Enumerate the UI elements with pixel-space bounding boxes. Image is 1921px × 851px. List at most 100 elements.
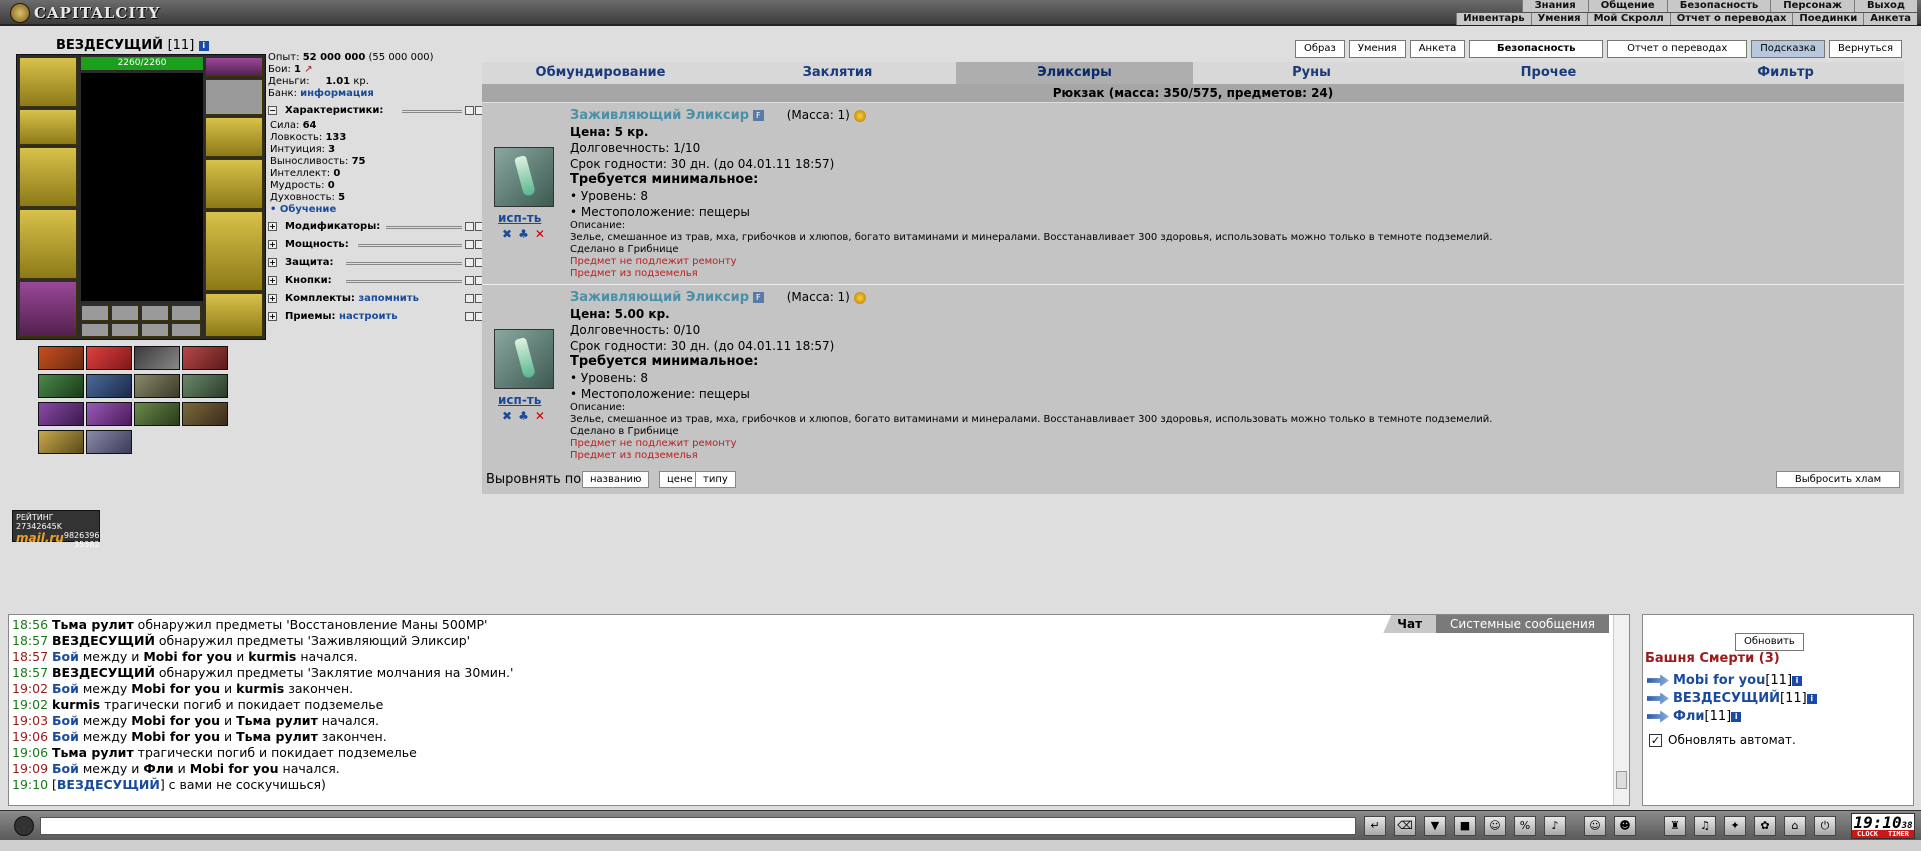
tab-other[interactable]: Прочее [1430,62,1667,84]
player-name-link[interactable]: kurmis [236,681,284,696]
chat-time[interactable]: 18:57 [12,649,52,664]
gift-icon[interactable]: ♣ [518,409,529,423]
section-sets[interactable]: + Комплекты: запомнить [268,290,484,308]
chat-time[interactable]: 19:06 [12,745,52,760]
battle-link[interactable]: Бой [52,649,79,664]
skill-icon[interactable] [38,346,84,370]
arrow-up-icon[interactable] [465,240,474,249]
boots-slot[interactable] [205,293,263,337]
bag-icon[interactable]: ♜ [1664,816,1686,836]
gift-icon[interactable]: ♣ [518,227,529,241]
armor-slot[interactable] [19,209,77,279]
filter-icon[interactable]: ▼ [1424,816,1446,836]
player-name-link[interactable]: Тьма рулит [236,713,318,728]
send-icon[interactable]: ↵ [1364,816,1386,836]
online-user[interactable]: Mobi for you[11] i [1647,673,1803,688]
player-name-link[interactable]: kurmis [52,697,100,712]
skill-icon[interactable] [38,430,84,454]
helmet-slot[interactable] [19,57,77,107]
menu-communication[interactable]: Общение [1587,0,1667,12]
walk-icon[interactable]: ☺ [1484,816,1506,836]
avatar[interactable] [81,73,203,301]
emoticon-icon[interactable]: ☺ [1584,816,1606,836]
info-icon[interactable]: i [198,40,209,51]
online-user[interactable]: Фли[11] i [1647,709,1742,724]
transfer-report-button[interactable]: Отчет о переводах [1607,40,1748,58]
skill-icon[interactable] [86,402,132,426]
amulet-slot[interactable] [205,57,263,77]
chat-time[interactable]: 19:09 [12,761,52,776]
chat-input[interactable] [40,817,1356,835]
tab-filter[interactable]: Фильтр [1667,62,1904,84]
player-name-link[interactable]: kurmis [248,649,296,664]
sword-icon[interactable] [134,346,180,370]
player-name-link[interactable]: Фли [143,761,173,776]
chat-time[interactable]: 18:57 [12,665,52,680]
elixir-icon[interactable] [494,329,554,389]
chat-time[interactable]: 18:57 [12,633,52,648]
heart-icon[interactable] [86,346,132,370]
player-name-link[interactable]: Mobi for you [131,729,220,744]
arrow-up-icon[interactable] [465,276,474,285]
ring-slot-1[interactable] [81,305,109,321]
tab-spells[interactable]: Заклятия [719,62,956,84]
scroll-icon[interactable]: ♫ [1694,816,1716,836]
delete-icon[interactable]: ✕ [535,409,545,423]
player-name-link[interactable]: ВЕЗДЕСУЩИЙ [52,633,155,648]
arrow-up-icon[interactable] [465,258,474,267]
player-name-link[interactable]: Mobi for you [190,761,279,776]
submenu-duels[interactable]: Поединки [1792,13,1864,25]
submenu-profile[interactable]: Анкета [1863,13,1917,25]
smiley-icon[interactable] [14,816,34,836]
sort-by-name-button[interactable]: названию [582,471,650,488]
player-name-link[interactable]: Mobi for you [131,681,220,696]
info-icon[interactable]: i [1806,693,1817,704]
ring-slot-4[interactable] [171,305,201,321]
logo[interactable]: CAPITALCITY [10,2,160,24]
menu-knowledge[interactable]: Знания [1521,0,1588,12]
magic-icon[interactable]: ✦ [1724,816,1746,836]
use-link[interactable]: исп-ть [498,393,541,407]
scroll-thumb[interactable] [1616,771,1627,789]
menu-security[interactable]: Безопасность [1666,0,1771,12]
gloves-slot[interactable] [205,117,263,157]
online-user[interactable]: ВЕЗДЕСУЩИЙ[11] i [1647,691,1817,706]
back-button[interactable]: Вернуться [1828,40,1902,58]
ring-slot-2[interactable] [111,305,139,321]
stats-section-header[interactable]: − Характеристики: [268,102,484,120]
arrow-up-icon[interactable] [465,106,474,115]
player-name-link[interactable]: ВЕЗДЕСУЩИЙ [52,665,155,680]
sort-by-type-button[interactable]: типу [695,471,736,488]
player-name-link[interactable]: Тьма рулит [52,745,134,760]
battle-link[interactable]: Бой [52,729,79,744]
expand-icon[interactable]: + [268,311,277,321]
transfer-icon[interactable]: ✖ [502,227,512,241]
battle-link[interactable]: Бой [52,681,79,696]
earrings-slot[interactable] [205,79,263,115]
skill-icon[interactable] [182,346,228,370]
item-name[interactable]: Заживляющий Эликсир [570,290,749,305]
skill-icon[interactable] [38,374,84,398]
transfer-icon[interactable]: ✖ [502,409,512,423]
rune-slot-4[interactable] [171,323,201,337]
skill-icon[interactable] [134,402,180,426]
expand-icon[interactable]: + [268,293,277,303]
expand-icon[interactable]: + [268,257,277,267]
chat-time[interactable]: 18:56 [12,617,52,632]
belt-slot[interactable] [19,281,77,337]
info-icon[interactable]: i [1731,711,1742,722]
section-buttons[interactable]: + Кнопки: [268,272,484,290]
leggings-slot[interactable] [205,211,263,291]
battle-link[interactable]: Бой [52,713,79,728]
save-icon[interactable]: ■ [1454,816,1476,836]
image-button[interactable]: Образ [1295,40,1345,58]
music-icon[interactable]: ♪ [1544,816,1566,836]
chat-time[interactable]: 19:02 [12,697,52,712]
weapon-slot[interactable] [19,147,77,207]
section-modifiers[interactable]: + Модификаторы: [268,218,484,236]
delete-icon[interactable]: ✕ [535,227,545,241]
hint-button[interactable]: Подсказка [1751,40,1825,58]
rune-slot-1[interactable] [81,323,109,337]
discard-junk-button[interactable]: Выбросить хлам [1776,471,1900,488]
arrow-up-icon[interactable] [465,294,474,303]
